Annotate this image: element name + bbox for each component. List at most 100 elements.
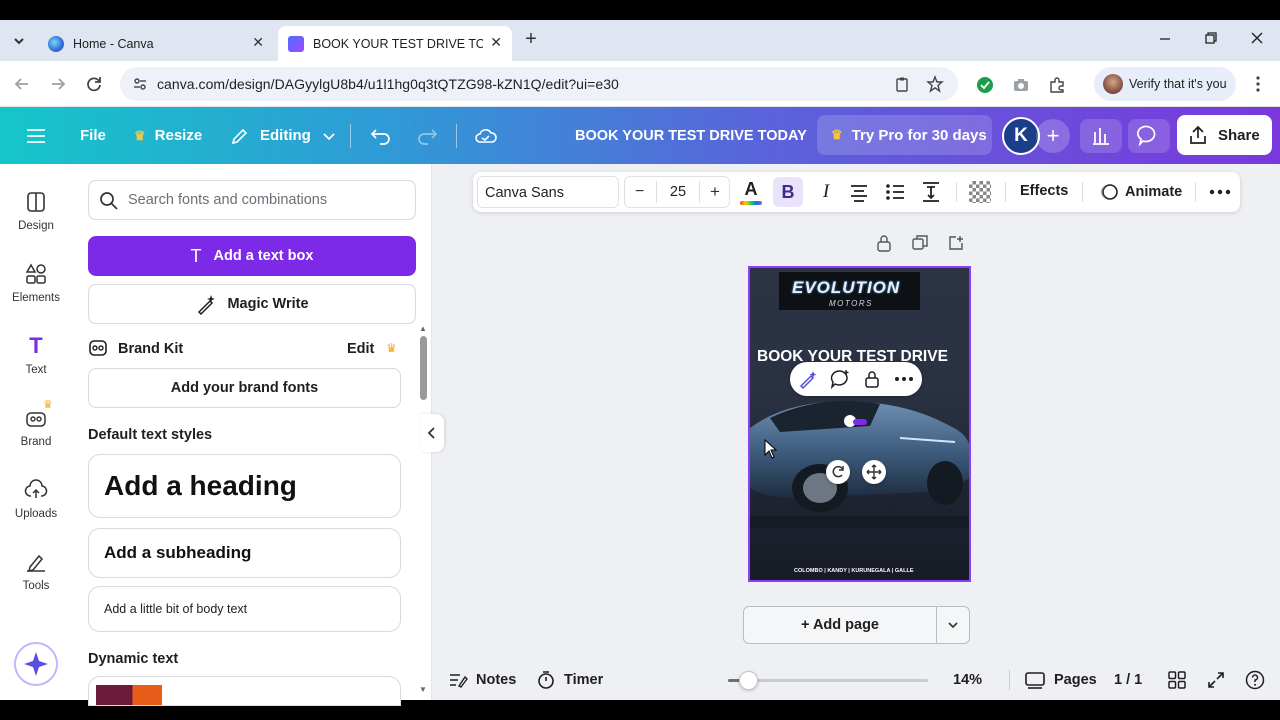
grid-view-icon[interactable] bbox=[1168, 671, 1186, 689]
help-icon[interactable] bbox=[1245, 670, 1265, 690]
forward-button[interactable] bbox=[47, 73, 69, 95]
notes-button[interactable]: Notes bbox=[448, 660, 516, 700]
extension-green-icon[interactable] bbox=[976, 76, 994, 94]
increase-font-size-button[interactable]: + bbox=[710, 182, 720, 202]
list-button[interactable] bbox=[883, 180, 907, 204]
animate-button[interactable]: Animate bbox=[1099, 180, 1182, 204]
site-info-icon[interactable] bbox=[132, 76, 148, 92]
address-bar[interactable]: canva.com/design/DAGyylgU8b4/u1l1hg0q3tQ… bbox=[120, 67, 958, 101]
restore-button[interactable] bbox=[1203, 30, 1219, 46]
duplicate-page-icon[interactable] bbox=[911, 234, 929, 252]
bold-button[interactable]: B bbox=[773, 177, 803, 207]
invite-button[interactable]: + bbox=[1036, 119, 1070, 153]
dynamic-text-thumbnail bbox=[96, 685, 162, 705]
fullscreen-icon[interactable] bbox=[1207, 671, 1225, 689]
share-button[interactable]: Share bbox=[1177, 115, 1272, 155]
add-comment-icon[interactable] bbox=[830, 369, 850, 389]
save-status-button[interactable] bbox=[474, 107, 498, 164]
font-family-dropdown[interactable]: Canva Sans bbox=[477, 176, 619, 208]
effects-button[interactable]: Effects bbox=[1020, 183, 1068, 199]
file-menu-button[interactable]: File bbox=[80, 107, 106, 164]
tab-home-canva[interactable]: Home - Canva ✕ bbox=[38, 26, 274, 61]
bookmark-star-icon[interactable] bbox=[926, 75, 944, 93]
lock-page-icon[interactable] bbox=[875, 234, 893, 252]
extensions-puzzle-icon[interactable] bbox=[1048, 76, 1066, 94]
rail-item-brand[interactable]: ♛ Brand bbox=[0, 398, 72, 462]
editing-mode-button[interactable]: Editing bbox=[230, 107, 337, 164]
uploads-icon bbox=[24, 479, 48, 498]
brand-kit-edit-link[interactable]: Edit bbox=[347, 341, 374, 357]
zoom-level-button[interactable]: 14% bbox=[953, 660, 982, 700]
zoom-slider-thumb[interactable] bbox=[739, 671, 758, 690]
reload-button[interactable] bbox=[83, 73, 105, 95]
add-page-button[interactable]: + Add page bbox=[743, 606, 937, 644]
browser-menu-icon[interactable] bbox=[1250, 75, 1266, 93]
add-brand-fonts-button[interactable]: Add your brand fonts bbox=[88, 368, 401, 408]
car-image[interactable] bbox=[750, 388, 970, 528]
alignment-button[interactable] bbox=[847, 180, 871, 204]
editor-bottom-bar: Notes Timer 14% Pages 1 / 1 bbox=[432, 660, 1280, 700]
font-size-stepper[interactable]: − 25 + bbox=[624, 176, 730, 208]
decrease-font-size-button[interactable]: − bbox=[635, 183, 644, 201]
comments-button[interactable] bbox=[1128, 119, 1170, 153]
more-options-icon[interactable] bbox=[894, 375, 914, 383]
clipboard-icon[interactable] bbox=[894, 76, 910, 92]
font-search-input[interactable]: Search fonts and combinations bbox=[88, 180, 416, 220]
rotate-handle[interactable] bbox=[826, 460, 850, 484]
add-page-icon[interactable] bbox=[947, 234, 965, 252]
new-tab-button[interactable]: + bbox=[520, 28, 542, 50]
camera-icon[interactable] bbox=[1012, 76, 1030, 94]
insights-button[interactable] bbox=[1080, 119, 1122, 153]
spacing-button[interactable] bbox=[919, 180, 943, 204]
italic-button[interactable]: I bbox=[811, 177, 841, 207]
redo-button[interactable] bbox=[416, 107, 438, 164]
verify-identity-button[interactable]: Verify that it's you bbox=[1094, 67, 1236, 101]
user-avatar[interactable]: K bbox=[1002, 117, 1040, 155]
add-page-dropdown[interactable] bbox=[936, 606, 970, 644]
scroll-up-arrow[interactable]: ▲ bbox=[419, 324, 427, 333]
tab-search-button[interactable] bbox=[8, 30, 30, 52]
add-body-text-button[interactable]: Add a little bit of body text bbox=[88, 586, 401, 632]
back-button[interactable] bbox=[11, 73, 33, 95]
magic-assistant-button[interactable] bbox=[14, 642, 58, 686]
panel-scrollbar[interactable] bbox=[420, 336, 427, 400]
magic-write-button[interactable]: Magic Write bbox=[88, 284, 416, 324]
logo-main-text: EVOLUTION bbox=[792, 278, 901, 297]
pages-button[interactable]: Pages bbox=[1025, 660, 1097, 700]
close-icon[interactable]: ✕ bbox=[490, 34, 502, 51]
rail-item-text[interactable]: T Text bbox=[0, 326, 72, 390]
timer-button[interactable]: Timer bbox=[536, 660, 603, 700]
move-handle[interactable] bbox=[862, 460, 886, 484]
collapse-panel-button[interactable] bbox=[420, 414, 444, 452]
rail-item-uploads[interactable]: Uploads bbox=[0, 470, 72, 534]
cloud-check-icon bbox=[475, 128, 497, 143]
dynamic-text-card[interactable] bbox=[88, 676, 401, 706]
rail-item-elements[interactable]: Elements bbox=[0, 254, 72, 318]
design-title[interactable]: BOOK YOUR TEST DRIVE TODAY bbox=[575, 107, 807, 164]
heading-sample: Add a heading bbox=[104, 470, 297, 501]
try-pro-button[interactable]: ♛ Try Pro for 30 days bbox=[817, 115, 992, 155]
add-heading-button[interactable]: Add a heading bbox=[88, 454, 401, 518]
undo-button[interactable] bbox=[370, 107, 392, 164]
main-menu-button[interactable] bbox=[26, 107, 46, 164]
logo-block[interactable]: EVOLUTION MOTORS bbox=[779, 272, 920, 310]
more-options-icon[interactable] bbox=[1209, 184, 1231, 200]
rail-item-design[interactable]: Design bbox=[0, 182, 72, 246]
magic-edit-icon[interactable] bbox=[798, 369, 818, 389]
close-icon[interactable]: ✕ bbox=[252, 34, 264, 51]
locations-text[interactable]: COLOMBO | KANDY | KURUNEGALA | GALLE bbox=[794, 568, 914, 574]
font-size-input[interactable]: 25 bbox=[656, 181, 700, 203]
add-text-box-button[interactable]: T Add a text box bbox=[88, 236, 416, 276]
text-color-button[interactable]: A bbox=[739, 180, 763, 205]
close-window-button[interactable] bbox=[1249, 30, 1265, 46]
tab-book-test-drive[interactable]: BOOK YOUR TEST DRIVE TODA ✕ bbox=[278, 26, 512, 61]
lock-icon[interactable] bbox=[862, 369, 882, 389]
rail-item-tools[interactable]: Tools bbox=[0, 542, 72, 606]
zoom-slider-track[interactable] bbox=[728, 671, 928, 690]
resize-button[interactable]: ♛ Resize bbox=[134, 107, 202, 164]
scroll-down-arrow[interactable]: ▼ bbox=[419, 685, 427, 694]
brand-kit-label: Brand Kit bbox=[118, 341, 184, 357]
transparency-button[interactable] bbox=[969, 181, 991, 203]
add-subheading-button[interactable]: Add a subheading bbox=[88, 528, 401, 578]
minimize-button[interactable] bbox=[1157, 30, 1173, 46]
